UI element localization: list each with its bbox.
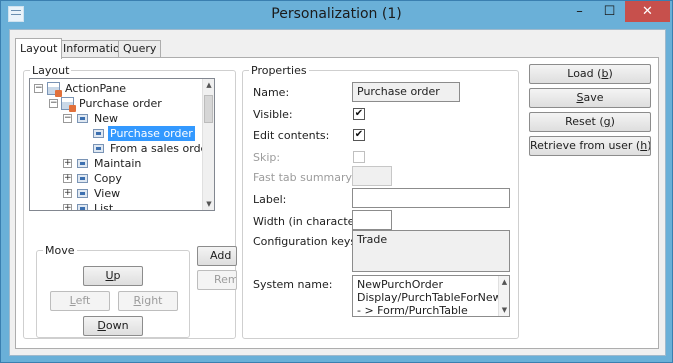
collapse-icon[interactable]: − bbox=[34, 84, 43, 93]
system-name-field[interactable]: NewPurchOrder Display/PurchTableForNew_A… bbox=[352, 275, 510, 317]
tree-item-label: Purchase order bbox=[79, 97, 162, 110]
visible-label: Visible: bbox=[253, 108, 293, 121]
tree-item-label: View bbox=[94, 187, 121, 200]
system-name-line: NewPurchOrder bbox=[357, 278, 443, 291]
move-up-button[interactable]: Up bbox=[83, 266, 143, 286]
move-left-button[interactable]: Left bbox=[50, 291, 110, 311]
title-bar[interactable]: Personalization (1) – ☐ ✕ bbox=[1, 1, 672, 28]
reset-button[interactable]: Reset (g) bbox=[529, 112, 651, 132]
expand-icon[interactable]: + bbox=[63, 174, 72, 183]
minimize-button[interactable]: – bbox=[566, 1, 593, 22]
name-label: Name: bbox=[253, 86, 290, 99]
visible-checkbox[interactable]: ✔ bbox=[353, 108, 365, 120]
layout-tab-panel: Layout − ActionPane − Purchase order − N… bbox=[15, 57, 659, 349]
expand-icon[interactable]: + bbox=[63, 189, 72, 198]
scroll-up-arrow-icon[interactable]: ▲ bbox=[203, 79, 214, 91]
remove-button[interactable]: Rem bbox=[197, 270, 237, 290]
edit-contents-checkbox[interactable]: ✔ bbox=[353, 129, 365, 141]
expand-icon[interactable]: + bbox=[63, 204, 72, 210]
system-name-line: - > Form/PurchTable bbox=[357, 304, 468, 317]
menu-item-icon bbox=[93, 129, 104, 138]
add-button[interactable]: Add bbox=[197, 246, 237, 266]
tree-item-label: New bbox=[94, 112, 118, 125]
tree-item-label: Maintain bbox=[94, 157, 142, 170]
button-group-icon bbox=[77, 174, 88, 183]
collapse-icon[interactable]: − bbox=[63, 114, 72, 123]
button-group-icon bbox=[77, 159, 88, 168]
label-field[interactable] bbox=[352, 188, 510, 208]
retrieve-from-user-button[interactable]: Retrieve from user (h) bbox=[529, 136, 651, 156]
fast-tab-summary-field[interactable] bbox=[352, 166, 392, 186]
tree-scrollbar[interactable]: ▲ ▼ bbox=[202, 79, 214, 210]
save-button[interactable]: Save bbox=[529, 88, 651, 108]
skip-checkbox[interactable] bbox=[353, 151, 365, 163]
scroll-down-arrow-icon[interactable]: ▼ bbox=[203, 198, 214, 210]
system-name-line: Display/PurchTableForNew_Action bbox=[357, 291, 509, 304]
system-name-label: System name: bbox=[253, 278, 333, 291]
tree-item-label: List bbox=[94, 202, 114, 211]
tree-item-label: Purchase order bbox=[108, 126, 195, 141]
maximize-button[interactable]: ☐ bbox=[596, 1, 623, 22]
tree-item-label: ActionPane bbox=[65, 82, 127, 95]
layout-group-legend: Layout bbox=[32, 64, 70, 77]
button-group-icon bbox=[77, 204, 88, 210]
configuration-keys-label: Configuration keys: bbox=[253, 235, 360, 248]
edit-contents-label: Edit contents: bbox=[253, 129, 330, 142]
action-pane-tab-icon bbox=[61, 97, 76, 112]
layout-tree[interactable]: − ActionPane − Purchase order − New Purc… bbox=[29, 78, 215, 211]
properties-group-legend: Properties bbox=[251, 64, 307, 77]
label-label: Label: bbox=[253, 193, 287, 206]
configuration-keys-field[interactable]: Trade bbox=[352, 230, 510, 272]
fast-tab-summary-label: Fast tab summary: bbox=[253, 171, 355, 184]
action-pane-icon bbox=[47, 82, 62, 97]
move-group-legend: Move bbox=[45, 244, 75, 257]
move-down-button[interactable]: Down bbox=[83, 316, 143, 336]
client-area: Layout Information Query Layout − Action… bbox=[9, 29, 666, 356]
move-right-button[interactable]: Right bbox=[118, 291, 178, 311]
personalization-window: Personalization (1) – ☐ ✕ Layout Informa… bbox=[0, 0, 673, 363]
tree-item-label: Copy bbox=[94, 172, 122, 185]
tree-item-label: From a sales order bbox=[110, 142, 212, 155]
collapse-icon[interactable]: − bbox=[49, 99, 58, 108]
name-field[interactable]: Purchase order bbox=[352, 82, 460, 102]
skip-label: Skip: bbox=[253, 151, 281, 164]
button-group-icon bbox=[77, 189, 88, 198]
tab-query[interactable]: Query bbox=[118, 40, 162, 58]
tab-layout[interactable]: Layout bbox=[15, 38, 63, 59]
load-button[interactable]: Load (b) bbox=[529, 64, 651, 84]
button-group-icon bbox=[77, 114, 88, 123]
scroll-thumb[interactable] bbox=[204, 95, 213, 123]
scroll-up-arrow-icon[interactable]: ▲ bbox=[499, 276, 509, 288]
menu-item-icon bbox=[93, 144, 104, 153]
scroll-down-arrow-icon[interactable]: ▼ bbox=[499, 304, 509, 316]
close-button[interactable]: ✕ bbox=[625, 1, 670, 22]
expand-icon[interactable]: + bbox=[63, 159, 72, 168]
system-name-scrollbar[interactable]: ▲ ▼ bbox=[498, 276, 509, 316]
width-field[interactable] bbox=[352, 210, 392, 230]
